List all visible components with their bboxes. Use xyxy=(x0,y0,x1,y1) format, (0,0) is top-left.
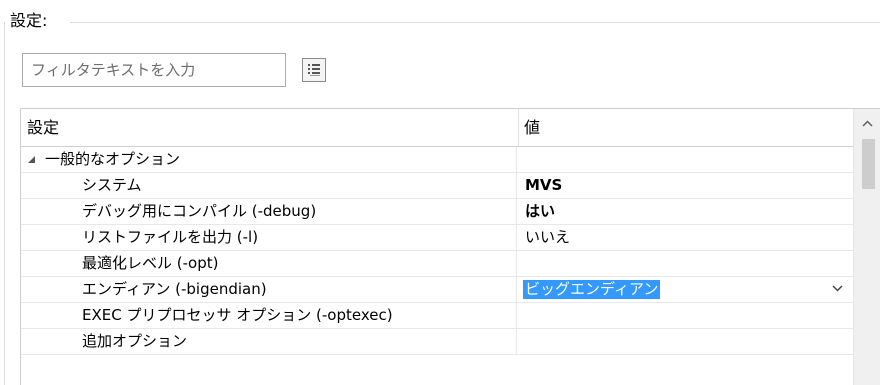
property-label: エンディアン (-bigendian) xyxy=(82,280,267,298)
property-value-editor[interactable]: ビッグエンディアン xyxy=(518,277,853,302)
sort-list-icon xyxy=(308,64,320,76)
property-row-opt[interactable]: 最適化レベル (-opt) xyxy=(21,251,853,277)
column-header-setting[interactable]: 設定 xyxy=(21,109,519,146)
sort-button[interactable] xyxy=(302,58,326,82)
property-name: システム xyxy=(21,173,517,198)
category-row[interactable]: 一般的なオプション xyxy=(21,147,853,173)
property-value[interactable] xyxy=(518,329,853,354)
endian-dropdown-selected[interactable]: ビッグエンディアン xyxy=(523,280,661,299)
property-name: 最適化レベル (-opt) xyxy=(21,251,517,276)
property-row-listfile[interactable]: リストファイルを出力 (-l) いいえ xyxy=(21,225,853,251)
column-header-value[interactable]: 値 xyxy=(518,109,844,146)
property-row-additional[interactable]: 追加オプション xyxy=(21,329,853,355)
property-row-optexec[interactable]: EXEC プリプロセッサ オプション (-optexec) xyxy=(21,303,853,329)
chevron-up-icon xyxy=(862,120,873,127)
category-name-cell: 一般的なオプション xyxy=(21,147,517,172)
chevron-down-icon[interactable] xyxy=(832,285,843,292)
grid-header: 設定 値 xyxy=(21,109,853,147)
category-value-cell xyxy=(518,147,853,172)
property-label: デバッグ用にコンパイル (-debug) xyxy=(82,202,317,220)
property-name: EXEC プリプロセッサ オプション (-optexec) xyxy=(21,303,517,328)
property-name: 追加オプション xyxy=(21,329,517,354)
group-title: 設定: xyxy=(10,7,52,31)
property-value[interactable] xyxy=(518,303,853,328)
property-label: リストファイルを出力 (-l) xyxy=(82,228,259,246)
property-value[interactable]: はい xyxy=(518,199,853,224)
filter-input[interactable] xyxy=(22,53,286,87)
property-row-debug[interactable]: デバッグ用にコンパイル (-debug) はい xyxy=(21,199,853,225)
property-value[interactable]: MVS xyxy=(518,173,853,198)
property-name: デバッグ用にコンパイル (-debug) xyxy=(21,199,517,224)
scroll-thumb[interactable] xyxy=(862,139,875,189)
property-label: EXEC プリプロセッサ オプション (-optexec) xyxy=(82,306,393,324)
property-name: リストファイルを出力 (-l) xyxy=(21,225,517,250)
property-label: システム xyxy=(82,176,142,194)
settings-panel: 設定: 設定 値 一般的なオプション xyxy=(0,0,880,385)
property-value[interactable]: いいえ xyxy=(518,225,853,250)
category-label: 一般的なオプション xyxy=(45,150,181,168)
property-label: 最適化レベル (-opt) xyxy=(82,254,219,272)
property-row-system[interactable]: システム MVS xyxy=(21,173,853,199)
vertical-scrollbar[interactable] xyxy=(853,109,880,385)
property-label: 追加オプション xyxy=(82,332,188,350)
grid-rows: 一般的なオプション システム MVS デバッグ用にコンパイル (-debug) … xyxy=(21,147,853,355)
group-border xyxy=(4,22,5,385)
collapse-triangle-icon[interactable] xyxy=(27,155,36,164)
group-divider xyxy=(70,22,880,23)
scroll-up-button[interactable] xyxy=(854,109,880,137)
property-grid: 設定 値 一般的なオプション システム MVS デバッグ用にコンパイル (-de… xyxy=(20,108,880,385)
endian-dropdown[interactable]: ビッグエンディアン xyxy=(518,277,853,302)
property-name: エンディアン (-bigendian) xyxy=(21,277,517,302)
property-value[interactable] xyxy=(518,251,853,276)
property-row-endian[interactable]: エンディアン (-bigendian) ビッグエンディアン xyxy=(21,277,853,303)
